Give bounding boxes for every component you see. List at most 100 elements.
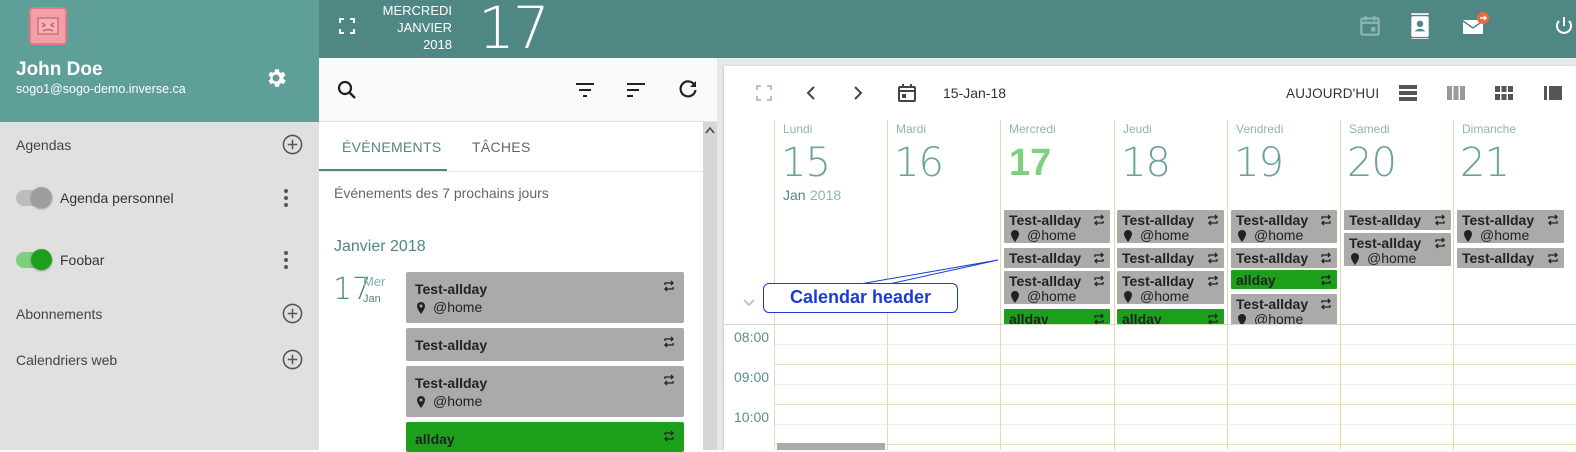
location-pin-icon [1238,230,1246,242]
location-pin-icon [1238,314,1246,324]
today-button[interactable]: AUJOURD'HUI [1286,86,1379,101]
hour-label: 09:00 [734,369,770,385]
repeat-icon [1321,252,1331,264]
day-column-divider [1340,120,1341,450]
calendar-item-label[interactable]: Foobar [60,252,104,268]
list-day-weekday: Mer [363,274,386,289]
day-column-divider [1000,120,1001,450]
subscriptions-section-label: Abonnements [16,306,103,322]
day-view-icon[interactable] [1397,82,1419,104]
contacts-icon[interactable] [1407,13,1433,39]
calendar-event[interactable]: Test-allday @home [1231,294,1337,324]
multicolumn-view-icon[interactable] [1542,82,1562,104]
calendar-event-allday[interactable]: allday [1231,270,1337,289]
day-number[interactable]: 15 [781,140,831,186]
add-agenda-icon[interactable] [282,134,303,155]
calendar-event[interactable]: Test-allday @home [1004,210,1110,243]
search-icon[interactable] [335,78,359,102]
current-date-label: MERCREDI JANVIER 2018 [372,2,452,53]
calendar-event[interactable]: Test-allday [1117,248,1224,268]
toggle-agenda-personnel[interactable] [16,187,52,208]
calendar-event[interactable]: Test-allday @home [1344,233,1451,266]
event-location: @home [1140,227,1190,243]
calendar-event[interactable]: Test-allday @home [1457,210,1564,243]
filter-icon[interactable] [573,78,597,102]
day-number[interactable]: 21 [1460,140,1510,186]
event-location: @home [1140,288,1190,304]
repeat-icon [1321,298,1331,310]
repeat-icon [1548,214,1558,226]
list-event[interactable]: Test-allday @home [406,272,684,323]
fullscreen-icon[interactable] [753,82,775,104]
date-picker-icon[interactable] [896,82,918,104]
list-event[interactable]: Test-allday [406,328,684,361]
year-label: 2018 [423,37,452,52]
pane-gutter [717,58,724,450]
repeat-icon [664,280,674,292]
event-title: allday [1009,311,1049,324]
mail-icon[interactable] [1460,10,1490,40]
calendar-item-label[interactable]: Agenda personnel [60,190,174,206]
event-title: Test-allday [1236,250,1309,266]
calendar-event[interactable]: Test-allday [1344,210,1451,230]
event-title: allday [1236,272,1276,288]
fullscreen-icon[interactable] [338,17,356,35]
calendar-event[interactable]: Test-allday @home [1231,210,1337,243]
list-event[interactable]: Test-allday @home [406,366,684,417]
day-number[interactable]: 16 [894,140,944,186]
calendar-event[interactable]: Test-allday @home [1117,271,1224,304]
calendar-event[interactable]: Test-allday [1231,248,1337,268]
more-vert-icon[interactable] [283,250,289,270]
agendas-section-label: Agendas [16,137,72,153]
calendar-event[interactable]: Test-allday @home [1004,271,1110,304]
day-number-today[interactable]: 17 [1009,142,1051,185]
calendar-event-allday[interactable]: allday [1004,309,1110,324]
refresh-icon[interactable] [676,77,700,101]
chevron-down-icon[interactable] [742,298,756,308]
repeat-icon [1208,252,1218,264]
month-view-icon[interactable] [1493,82,1515,104]
allday-divider [724,324,1576,325]
user-email: sogo1@sogo-demo.inverse.ca [16,82,186,96]
calendar-event[interactable] [777,443,885,450]
scroll-up-icon[interactable] [705,126,715,134]
more-vert-icon[interactable] [283,188,289,208]
calendar-event[interactable]: Test-allday [1004,248,1110,268]
gear-icon[interactable] [264,66,288,90]
calendar-event[interactable]: Test-allday [1457,248,1564,268]
callout-label: Calendar header [763,283,958,313]
toggle-foobar[interactable] [16,249,52,270]
avatar[interactable] [29,7,67,45]
day-name: Samedi [1349,122,1390,136]
day-number[interactable]: 19 [1234,140,1284,186]
tab-events[interactable]: ÉVÉNEMENTS [342,139,441,155]
chevron-right-icon[interactable] [847,82,869,104]
list-event[interactable]: allday [406,422,684,452]
day-name: Jeudi [1123,122,1152,136]
repeat-icon [1208,275,1218,287]
week-view-icon[interactable] [1445,82,1467,104]
calendar-event-allday[interactable]: allday [1117,309,1224,324]
calendar-icon[interactable] [1357,13,1383,39]
event-title: Test-allday [1236,296,1309,312]
day-number[interactable]: 20 [1347,140,1397,186]
chevron-left-icon[interactable] [800,82,822,104]
sort-icon[interactable] [624,78,648,102]
repeat-icon [1094,214,1104,226]
hour-label: 10:00 [734,409,770,425]
event-location: @home [433,299,483,315]
repeat-icon [1208,214,1218,226]
add-web-calendar-icon[interactable] [282,349,303,370]
power-icon[interactable] [1552,13,1576,39]
day-name: Mercredi [1009,122,1056,136]
calendar-event[interactable]: Test-allday @home [1117,210,1224,243]
sidebar: John Doe sogo1@sogo-demo.inverse.ca Agen… [0,0,319,450]
hour-line [775,444,1576,445]
scrollbar[interactable] [703,122,717,450]
day-number[interactable]: 18 [1121,140,1171,186]
add-subscription-icon[interactable] [282,303,303,324]
repeat-icon [1435,214,1445,226]
repeat-icon [1321,214,1331,226]
tab-tasks[interactable]: TÂCHES [472,139,531,155]
header-month: Jan [783,187,806,203]
